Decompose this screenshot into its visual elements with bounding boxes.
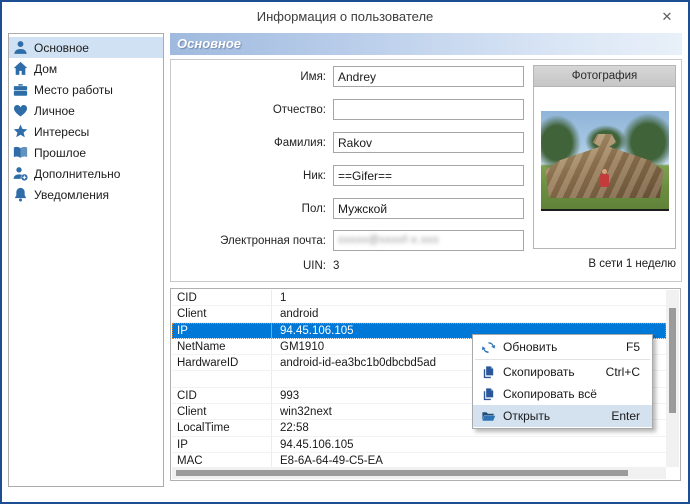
email-field[interactable]: xxxxx@xxxxf-x.xxx bbox=[333, 230, 524, 251]
user-info-window: Информация о пользователе ✕ Основное Дом… bbox=[0, 0, 690, 504]
menu-item-copy[interactable]: Скопировать Ctrl+C bbox=[473, 361, 652, 383]
horizontal-scrollbar-thumb[interactable] bbox=[176, 470, 628, 476]
gender-field[interactable] bbox=[333, 198, 524, 219]
sidebar-item-label: Личное bbox=[34, 103, 75, 118]
context-menu: Обновить F5 Скопировать Ctrl+C Скопирова… bbox=[472, 334, 653, 429]
sidebar-item-label: Место работы bbox=[34, 82, 113, 97]
copy-icon bbox=[473, 387, 503, 402]
email-label: Электронная почта: bbox=[220, 235, 326, 247]
row-value: 1 bbox=[280, 292, 287, 304]
online-status: В сети 1 неделю bbox=[588, 258, 676, 270]
table-row[interactable]: CID 1 bbox=[172, 290, 666, 307]
sidebar-item-main[interactable]: Основное bbox=[9, 37, 163, 58]
menu-item-open[interactable]: Открыть Enter bbox=[473, 405, 652, 427]
row-key: MAC bbox=[172, 452, 272, 467]
name-label: Имя: bbox=[300, 71, 326, 83]
gender-label: Пол: bbox=[301, 203, 326, 215]
row-key: HardwareID bbox=[172, 355, 272, 371]
sidebar-item-work[interactable]: Место работы bbox=[9, 79, 163, 100]
vertical-scrollbar-thumb[interactable] bbox=[669, 308, 676, 413]
vertical-scrollbar[interactable] bbox=[666, 290, 679, 467]
menu-item-label: Открыть bbox=[503, 409, 551, 423]
user-photo bbox=[540, 111, 669, 211]
surname-label: Фамилия: bbox=[273, 137, 326, 149]
row-key: Client bbox=[172, 404, 272, 420]
book-icon bbox=[13, 146, 28, 158]
row-key: CID bbox=[172, 387, 272, 404]
sidebar: Основное Дом Место работы Личное Интерес… bbox=[8, 33, 164, 487]
photo-header: Фотография bbox=[534, 66, 675, 87]
briefcase-icon bbox=[13, 84, 28, 96]
menu-item-label: Скопировать всё bbox=[503, 387, 597, 401]
user-icon bbox=[14, 41, 27, 54]
row-key: LocalTime bbox=[172, 420, 272, 436]
sidebar-item-additional[interactable]: Дополнительно bbox=[9, 163, 163, 184]
name-field[interactable] bbox=[333, 66, 524, 87]
close-icon[interactable]: ✕ bbox=[658, 8, 676, 26]
copy-icon bbox=[473, 365, 503, 380]
menu-item-label: Обновить bbox=[503, 340, 558, 354]
row-value: 94.45.106.105 bbox=[280, 438, 354, 451]
sidebar-item-label: Интересы bbox=[34, 124, 90, 139]
sidebar-item-label: Дополнительно bbox=[34, 166, 121, 181]
menu-item-shortcut: Enter bbox=[611, 409, 640, 423]
titlebar: Информация о пользователе ✕ bbox=[2, 2, 688, 32]
row-key: Client bbox=[172, 306, 272, 322]
menu-item-shortcut: F5 bbox=[625, 340, 640, 354]
email-redacted-value: xxxxx@xxxxf-x.xxx bbox=[338, 234, 439, 246]
sidebar-item-notifications[interactable]: Уведомления bbox=[9, 184, 163, 205]
sidebar-item-home[interactable]: Дом bbox=[9, 58, 163, 79]
row-key: CID bbox=[172, 290, 272, 306]
sidebar-item-past[interactable]: Прошлое bbox=[9, 142, 163, 163]
row-value: E8-6A-64-49-C5-EA bbox=[280, 454, 383, 467]
photo-panel: Фотография bbox=[533, 65, 676, 249]
nick-label: Ник: bbox=[303, 170, 326, 182]
star-icon bbox=[13, 124, 28, 138]
menu-item-refresh[interactable]: Обновить F5 bbox=[473, 336, 652, 358]
row-key: IP bbox=[172, 322, 272, 338]
photo-person bbox=[600, 169, 609, 187]
table-row[interactable]: Client android bbox=[172, 306, 666, 323]
section-header: Основное bbox=[170, 33, 682, 55]
row-value: android bbox=[280, 308, 319, 321]
home-icon bbox=[13, 61, 28, 75]
row-key: IP bbox=[172, 436, 272, 452]
patronymic-field[interactable] bbox=[333, 99, 524, 120]
surname-field[interactable] bbox=[333, 132, 524, 153]
bell-icon bbox=[14, 187, 27, 202]
user-plus-icon bbox=[13, 167, 28, 181]
menu-item-label: Скопировать bbox=[503, 365, 575, 379]
sidebar-item-label: Прошлое bbox=[34, 145, 87, 160]
heart-icon bbox=[13, 105, 28, 117]
table-row[interactable]: MAC E8-6A-64-49-C5-EA bbox=[172, 452, 666, 467]
sidebar-item-label: Уведомления bbox=[34, 187, 110, 202]
menu-item-shortcut: Ctrl+C bbox=[605, 365, 640, 379]
uin-value: 3 bbox=[333, 260, 340, 272]
form-row-uin: UIN: 3 bbox=[171, 256, 531, 276]
window-title: Информация о пользователе bbox=[256, 9, 434, 24]
sidebar-item-label: Дом bbox=[34, 61, 58, 76]
folder-open-icon bbox=[473, 409, 503, 424]
nick-field[interactable] bbox=[333, 165, 524, 186]
table-row[interactable]: IP 94.45.106.105 bbox=[172, 436, 666, 453]
sidebar-item-label: Основное bbox=[34, 40, 89, 55]
refresh-icon bbox=[473, 340, 503, 355]
form-groupbox: Имя: Отчество: Фамилия: Ник: Пол: Электр… bbox=[170, 59, 682, 282]
patronymic-label: Отчество: bbox=[272, 104, 326, 116]
menu-item-copy-all[interactable]: Скопировать всё bbox=[473, 383, 652, 405]
sidebar-item-personal[interactable]: Личное bbox=[9, 100, 163, 121]
row-key bbox=[172, 371, 272, 387]
horizontal-scrollbar[interactable] bbox=[172, 467, 666, 479]
menu-separator bbox=[475, 359, 650, 360]
row-key: NetName bbox=[172, 338, 272, 355]
uin-label: UIN: bbox=[303, 260, 326, 272]
sidebar-item-interests[interactable]: Интересы bbox=[9, 121, 163, 142]
